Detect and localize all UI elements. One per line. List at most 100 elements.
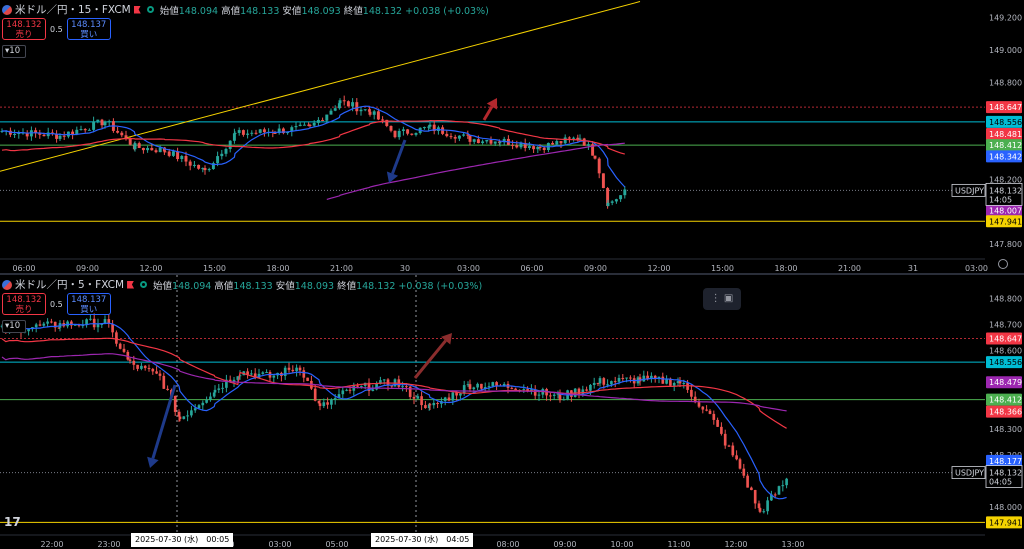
candle-body [147, 368, 151, 370]
candle-body [510, 387, 514, 389]
candle-body [346, 101, 350, 107]
candle-body [330, 399, 333, 405]
chart-pane-5m[interactable]: 148.800148.700148.600148.300148.200148.0… [0, 275, 1024, 549]
candle-body [731, 445, 735, 456]
candle-body [511, 144, 515, 146]
change-value: +0.038 (+0.03%) [405, 5, 489, 17]
candle-body [203, 168, 207, 171]
candle-body [150, 148, 154, 151]
time-tick-label: 21:00 [838, 264, 861, 273]
symbol-title[interactable]: 米ドル／円・15・FXCM [2, 2, 141, 17]
moving-average-line [1, 105, 626, 188]
quantity-input[interactable]: ▾10 [2, 45, 26, 58]
candle-body [735, 455, 738, 460]
time-tick-label: 22:00 [40, 540, 63, 549]
candle-body [180, 156, 184, 160]
candle-body [205, 399, 208, 403]
buy-button[interactable]: 148.137 買い [66, 18, 111, 40]
time-tick-label: 15:00 [711, 264, 734, 273]
candle-body [308, 124, 312, 126]
sell-button[interactable]: 148.132 売り [2, 18, 46, 40]
candle-body [283, 367, 287, 377]
candle-body [258, 129, 262, 133]
arrow-shaft [413, 339, 447, 379]
current-price-label: 148.132 [989, 469, 1022, 478]
candle-body [146, 148, 150, 151]
candle-body [422, 127, 426, 129]
candle-body [586, 144, 590, 146]
candle-body [522, 389, 526, 391]
candle-body [697, 402, 701, 407]
candle-body [197, 164, 201, 169]
time-tick-label: 09:00 [553, 540, 576, 549]
flag-icon[interactable] [127, 280, 135, 289]
quantity-input[interactable]: ▾10 [2, 320, 26, 333]
red-up-arrow [482, 98, 498, 121]
candle-body [476, 139, 480, 144]
candle-body [598, 378, 602, 384]
gear-icon[interactable] [998, 259, 1008, 269]
candle-body [401, 129, 405, 131]
time-tick-label: 15:00 [203, 264, 226, 273]
chart-pane-15m[interactable]: 149.200 149.000 148.800 148.200 147.800 06:00… [0, 0, 1024, 273]
candle-body [708, 410, 712, 414]
candle-body [128, 359, 132, 361]
candle-body [42, 323, 46, 326]
candle-body [120, 132, 124, 136]
symbol-label: 米ドル／円・15・FXCM [15, 4, 131, 16]
candle-body [27, 329, 30, 332]
price-tick-label: 148.300 [989, 425, 1022, 434]
candle-body [359, 109, 363, 112]
sell-button[interactable]: 148.132 売り [2, 293, 46, 315]
candle-body [420, 396, 423, 406]
candle-body [572, 137, 576, 139]
candle-body [549, 395, 552, 397]
chart-canvas-15m[interactable]: 149.200149.000148.800148.200147.80006:00… [0, 0, 1024, 273]
candle-body [376, 111, 380, 120]
symbol-title[interactable]: 米ドル／円・5・FXCM [2, 277, 135, 292]
candle-body [184, 156, 188, 162]
moving-average-line [326, 142, 625, 200]
price-tick-label: 149.000 [989, 46, 1022, 55]
candle-body [589, 384, 592, 391]
candle-body [443, 397, 447, 401]
moving-average-line [1, 337, 787, 429]
candle-body [333, 398, 337, 400]
candle-body [625, 377, 628, 379]
time-tick-label: 12:00 [647, 264, 670, 273]
price-tick-label: 148.800 [989, 295, 1022, 304]
candle-body [777, 486, 781, 495]
candle-body [209, 396, 212, 400]
candle-body [406, 129, 410, 134]
candle-body [727, 445, 731, 447]
flag-icon[interactable] [133, 5, 141, 14]
candle-body [355, 102, 359, 112]
layout-grid-icon[interactable]: ⋮ ▣ [703, 288, 741, 310]
tradingview-logo-icon[interactable]: 17 [4, 515, 21, 529]
close-label: 終値 [343, 5, 363, 17]
chart-canvas-5m[interactable]: 148.800148.700148.600148.300148.200148.0… [0, 275, 1024, 549]
symbol-tag-label: USDJPY [955, 469, 984, 478]
candle-body [382, 379, 386, 381]
price-tick-label: 148.600 [989, 347, 1022, 356]
candle-body [46, 132, 50, 137]
candle-body [372, 111, 376, 115]
candle-body [329, 110, 333, 115]
candle-body [457, 135, 461, 139]
time-tick-label: 03:00 [457, 264, 480, 273]
candle-body [672, 383, 676, 386]
candle-body [363, 109, 367, 111]
legend-header: 米ドル／円・5・FXCM 始値148.094 高値148.133 安値148.0… [2, 277, 482, 292]
sell-label: 売り [15, 30, 33, 40]
candle-body [701, 406, 705, 410]
symbol-tag-label: USDJPY [955, 186, 984, 195]
candle-body [190, 410, 193, 416]
candle-body [432, 403, 436, 406]
candle-body [381, 119, 385, 121]
candle-body [345, 389, 348, 391]
buy-button[interactable]: 148.137 買い [66, 293, 111, 315]
trade-buttons: 148.132 売り 0.5 148.137 買い [2, 293, 111, 315]
candle-body [100, 119, 104, 126]
candle-body [356, 385, 359, 387]
candle-body [313, 388, 317, 401]
